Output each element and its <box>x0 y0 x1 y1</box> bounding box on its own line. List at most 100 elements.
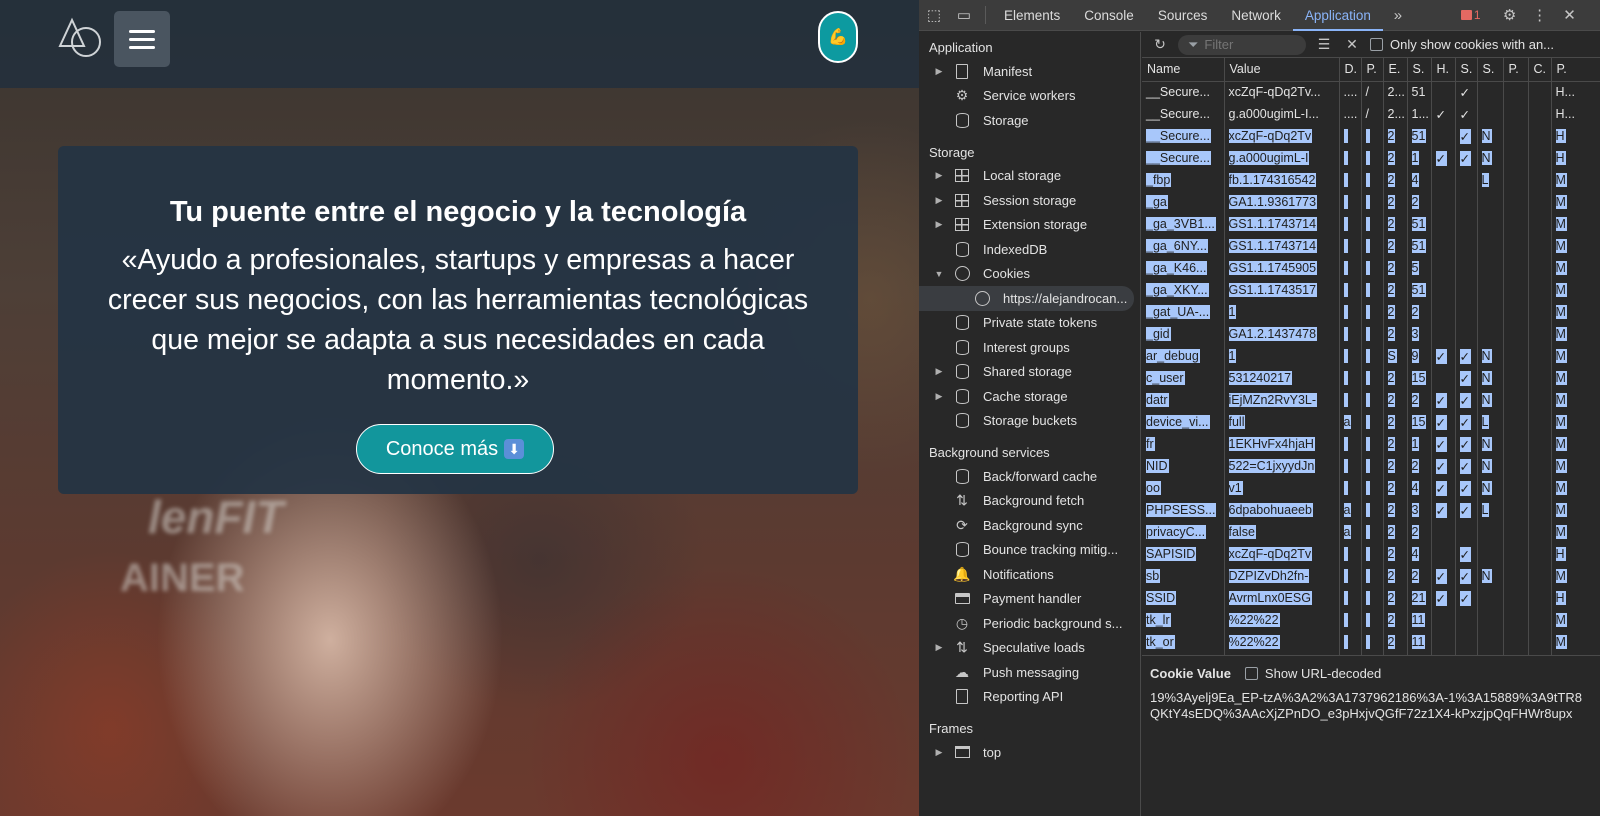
checkbox-box[interactable] <box>1370 38 1383 51</box>
sidebar-item[interactable]: ▶☁Push messaging <box>919 660 1140 685</box>
column-header[interactable]: P. <box>1361 58 1384 82</box>
sidebar-item[interactable]: ▶🔔Notifications <box>919 562 1140 587</box>
sidebar-item[interactable]: ▶ Local storage <box>919 164 1140 189</box>
grid-icon <box>953 192 971 208</box>
close-devtools-icon[interactable]: ✕ <box>1555 0 1585 31</box>
sidebar-item[interactable]: ▶Payment handler <box>919 587 1140 612</box>
only-issues-checkbox[interactable]: Only show cookies with an... <box>1370 37 1554 52</box>
cookie-row[interactable]: _ga GA1.1.9361773 22 M <box>1142 191 1600 213</box>
sidebar-item[interactable]: ▶⟳Background sync <box>919 513 1140 538</box>
clear-filtered-cookies-icon[interactable]: ☰ <box>1314 36 1334 53</box>
sidebar-item[interactable]: ▶ top <box>919 740 1140 765</box>
cookie-row[interactable]: _ga_K46... GS1.1.1745905 25 M <box>1142 257 1600 279</box>
column-header[interactable]: S. <box>1407 58 1432 82</box>
cookie-row[interactable]: datr iEjMZn2RvY3L- 2 2 ✓ ✓ N M <box>1142 389 1600 411</box>
expand-right-icon[interactable]: ▶ <box>933 391 945 402</box>
cookie-row[interactable]: NID 522=C1jxyydJn 2 2 ✓ ✓ N M <box>1142 455 1600 477</box>
cookie-row[interactable]: device_vi... full a 2 15 ✓ ✓ L M <box>1142 411 1600 433</box>
conoce-mas-button[interactable]: Conoce más ⬇ <box>356 424 554 474</box>
expand-right-icon[interactable]: ▶ <box>933 170 945 181</box>
expand-right-icon[interactable]: ▶ <box>933 66 945 77</box>
expand-right-icon[interactable]: ▶ <box>933 366 945 377</box>
checkbox-box[interactable] <box>1244 666 1258 680</box>
cookie-row[interactable]: PHPSESS... 6dpabohuaeeb a 2 3 ✓ ✓ L M <box>1142 499 1600 521</box>
column-header[interactable]: D. <box>1339 58 1362 82</box>
sidebar-item[interactable]: ▼ Cookies <box>919 262 1140 287</box>
cookie-row[interactable]: oo v1 2 4 ✓ ✓ N M <box>1142 477 1600 499</box>
column-header[interactable]: E. <box>1383 58 1408 82</box>
sidebar-item[interactable]: ▶⚙Service workers <box>919 84 1140 109</box>
cookie-row[interactable]: SAPISID xcZqF-qDq2Tv 2 4 ✓ H <box>1142 543 1600 565</box>
tab-sources[interactable]: Sources <box>1146 0 1220 31</box>
sidebar-item[interactable]: ▶Storage <box>919 108 1140 133</box>
cookie-row[interactable]: sb DZPIZvDh2fn- 2 2 ✓ ✓ N M <box>1142 565 1600 587</box>
cookie-row[interactable]: __Secure... xcZqF-qDq2Tv....... / 2... 51 ✓ H.… <box>1142 81 1600 103</box>
column-header[interactable]: P. <box>1503 58 1529 82</box>
sidebar-item[interactable]: ▶ Shared storage <box>919 360 1140 385</box>
inspect-element-icon[interactable]: ⬚ <box>919 0 949 31</box>
cookies-table-container[interactable]: Name Value D. P. E. S. H. S. S. P. C. P. __Secure..… <box>1142 58 1600 656</box>
issues-badge[interactable]: 1 <box>1460 8 1481 22</box>
cookie-row[interactable]: _gid GA1.2.1437478 23 M <box>1142 323 1600 345</box>
column-header[interactable]: C. <box>1528 58 1552 82</box>
flexed-bicep-button[interactable]: 💪 <box>818 11 858 63</box>
cookie-row[interactable]: tk_or %22%22 2 11 M <box>1142 631 1600 653</box>
cookie-row[interactable]: _ga_3VB1... GS1.1.1743714 2 51 M <box>1142 213 1600 235</box>
expand-right-icon[interactable]: ▶ <box>933 642 945 653</box>
sidebar-item[interactable]: ▶ Extension storage <box>919 213 1140 238</box>
cookie-row[interactable]: __Secure... g.a000ugimL-I....... / 2... 1...… <box>1142 103 1600 125</box>
expand-right-icon[interactable]: ▶ <box>933 219 945 230</box>
column-header[interactable]: Value <box>1224 58 1340 82</box>
filter-field[interactable]: ⏷ <box>1178 34 1306 55</box>
cookie-row[interactable]: usidaeyJ2ZXIiOjEsI S6 ✓N M <box>1142 653 1600 655</box>
sidebar-item[interactable]: ▶ ⇅ Speculative loads <box>919 636 1140 661</box>
cookie-row[interactable]: ar_debug 1 S 9 ✓ ✓ N M <box>1142 345 1600 367</box>
sidebar-item[interactable]: ▶https://alejandrocan... <box>919 286 1134 311</box>
device-toolbar-icon[interactable]: ▭ <box>949 0 979 31</box>
sidebar-item[interactable]: ▶IndexedDB <box>919 237 1140 262</box>
cookie-row[interactable]: _fbp fb.1.174316542 24 L M <box>1142 169 1600 191</box>
sidebar-item[interactable]: ▶Bounce tracking mitig... <box>919 538 1140 563</box>
tab-elements[interactable]: Elements <box>992 0 1072 31</box>
sidebar-item[interactable]: ▶⇅Background fetch <box>919 489 1140 514</box>
column-header[interactable]: S. <box>1455 58 1478 82</box>
show-url-decoded-checkbox[interactable]: Show URL-decoded <box>1244 666 1381 681</box>
tab-console[interactable]: Console <box>1072 0 1146 31</box>
more-tabs-icon[interactable]: » <box>1383 0 1413 31</box>
column-header[interactable]: S. <box>1477 58 1504 82</box>
cookie-row[interactable]: _ga_XKY... GS1.1.1743517 2 51 M <box>1142 279 1600 301</box>
more-options-icon[interactable]: ⋮ <box>1525 0 1555 31</box>
sidebar-item[interactable]: ▶ Manifest <box>919 59 1140 84</box>
settings-gear-icon[interactable]: ⚙ <box>1495 0 1525 31</box>
sidebar-item[interactable]: ▶Private state tokens <box>919 311 1140 336</box>
cookie-row[interactable]: SSID AvrmLnx0ESG 2 21 ✓ ✓ H <box>1142 587 1600 609</box>
sidebar-item[interactable]: ▶Interest groups <box>919 335 1140 360</box>
sidebar-item[interactable]: ▶ Session storage <box>919 188 1140 213</box>
cookie-row[interactable]: __Secure... g.a000ugimL-I 2 1 ✓ ✓ N H <box>1142 147 1600 169</box>
cookie-row[interactable]: _ga_6NY... GS1.1.1743714 2 51 M <box>1142 235 1600 257</box>
sidebar-item[interactable]: ▶Reporting API <box>919 685 1140 710</box>
hamburger-menu-button[interactable] <box>114 11 170 67</box>
expand-right-icon[interactable]: ▶ <box>933 195 945 206</box>
cookie-row[interactable]: privacyC... false a 22 M <box>1142 521 1600 543</box>
column-header[interactable]: H. <box>1431 58 1456 82</box>
tab-network[interactable]: Network <box>1219 0 1293 31</box>
sidebar-item[interactable]: ▶Storage buckets <box>919 409 1140 434</box>
column-header[interactable]: Name <box>1142 58 1225 82</box>
cookie-row[interactable]: tk_lr %22%22 2 11 M <box>1142 609 1600 631</box>
sidebar-item[interactable]: ▶Back/forward cache <box>919 464 1140 489</box>
expand-right-icon[interactable]: ▶ <box>933 747 945 758</box>
cookie-row[interactable]: _gat_UA-... 1 22 M <box>1142 301 1600 323</box>
expand-down-icon[interactable]: ▼ <box>933 269 945 279</box>
cookie-row[interactable]: fr 1EKHvFx4hjaH 2 1 ✓ ✓ N M <box>1142 433 1600 455</box>
cookie-row[interactable]: c_user 531240217 2 15 ✓ N M <box>1142 367 1600 389</box>
column-header[interactable]: P. <box>1551 58 1600 82</box>
cookie-row[interactable]: __Secure... xcZqF-qDq2Tv 2 51 ✓ N H <box>1142 125 1600 147</box>
tab-application[interactable]: Application <box>1292 0 1383 31</box>
delete-all-cookies-icon[interactable]: ✕ <box>1342 36 1362 53</box>
filter-input[interactable] <box>1204 37 1295 52</box>
logo-icon[interactable] <box>56 16 106 60</box>
sidebar-item[interactable]: ▶ Cache storage <box>919 384 1140 409</box>
refresh-icon[interactable]: ↻ <box>1150 36 1170 53</box>
sidebar-item[interactable]: ▶◷Periodic background s... <box>919 611 1140 636</box>
